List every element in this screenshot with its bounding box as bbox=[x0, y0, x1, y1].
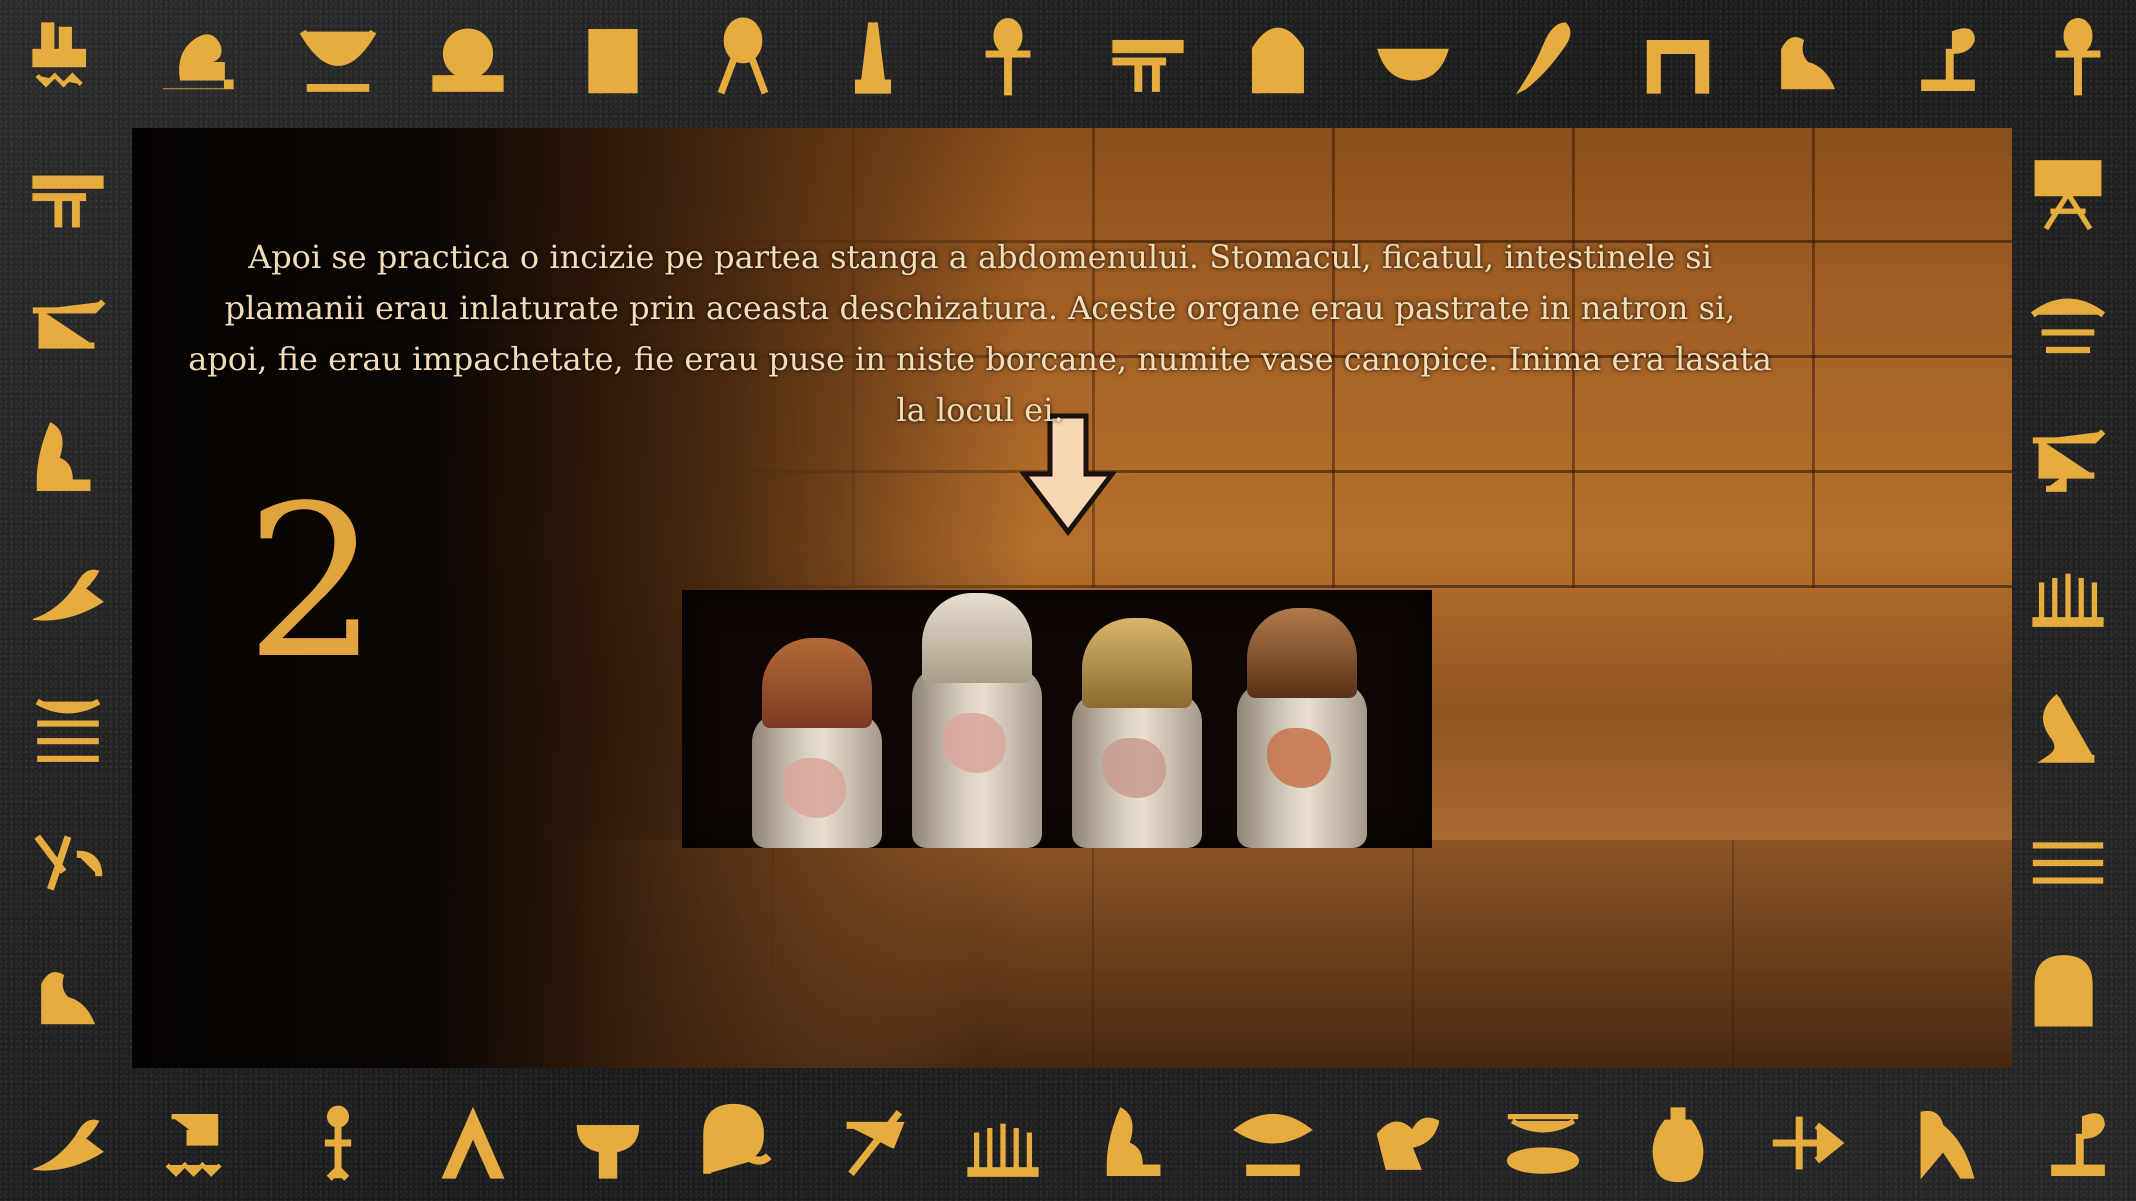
bird-icon bbox=[20, 1095, 116, 1191]
hieroglyph-icon bbox=[1900, 10, 1996, 106]
hieroglyph-icon bbox=[2030, 1095, 2126, 1191]
hieroglyph-icon bbox=[2020, 680, 2116, 776]
hieroglyph-icon bbox=[825, 1095, 921, 1191]
hieroglyph-icon bbox=[955, 1095, 1051, 1191]
hieroglyph-icon bbox=[1630, 10, 1726, 106]
stone-floor bbox=[132, 840, 2012, 1068]
hieroglyph-icon bbox=[20, 10, 116, 106]
hieroglyph-icon bbox=[1760, 10, 1856, 106]
hieroglyph-icon bbox=[1090, 1095, 1186, 1191]
hieroglyph-icon bbox=[825, 10, 921, 106]
ankh-icon bbox=[960, 10, 1056, 106]
hieroglyph-icon bbox=[290, 10, 386, 106]
hieroglyph-icon bbox=[2020, 410, 2116, 506]
hieroglyph-icon bbox=[150, 10, 246, 106]
hieroglyph-icon bbox=[1360, 1095, 1456, 1191]
hieroglyph-icon bbox=[2020, 280, 2116, 376]
hieroglyph-icon bbox=[1365, 10, 1461, 106]
hieroglyph-icon bbox=[20, 150, 116, 246]
slide-caption: Apoi se practica o incizie pe partea sta… bbox=[188, 238, 1772, 429]
step-number: 2 bbox=[245, 460, 379, 705]
hieroglyph-icon bbox=[2020, 945, 2116, 1041]
bird-icon bbox=[20, 545, 116, 641]
hieroglyph-icon bbox=[150, 1095, 246, 1191]
hieroglyph-icon bbox=[20, 815, 116, 911]
hieroglyph-icon bbox=[1760, 1095, 1856, 1191]
canopic-jar bbox=[912, 593, 1042, 848]
vase-icon bbox=[1630, 1095, 1726, 1191]
canopic-jar bbox=[1072, 618, 1202, 848]
canopic-jar bbox=[1237, 608, 1367, 848]
hieroglyph-icon bbox=[290, 1095, 386, 1191]
hieroglyph-icon bbox=[2020, 150, 2116, 246]
hieroglyph-icon bbox=[420, 10, 516, 106]
hieroglyph-icon bbox=[560, 1095, 656, 1191]
hieroglyph-icon bbox=[565, 10, 661, 106]
hieroglyph-icon bbox=[1100, 10, 1196, 106]
bird-icon bbox=[1500, 10, 1596, 106]
hieroglyph-icon bbox=[20, 280, 116, 376]
hieroglyph-icon bbox=[20, 680, 116, 776]
hieroglyph-icon bbox=[2020, 545, 2116, 641]
hieroglyph-icon bbox=[20, 410, 116, 506]
eye-icon bbox=[1225, 1095, 1321, 1191]
hieroglyph-icon bbox=[20, 945, 116, 1041]
bird-icon bbox=[1895, 1095, 1991, 1191]
hieroglyph-icon bbox=[1230, 10, 1326, 106]
hieroglyph-icon bbox=[1495, 1095, 1591, 1191]
wall-niche bbox=[682, 590, 1432, 848]
ankh-icon bbox=[2030, 10, 2126, 106]
canopic-jar bbox=[752, 638, 882, 848]
hieroglyph-icon bbox=[695, 10, 791, 106]
hieroglyph-icon bbox=[690, 1095, 786, 1191]
hieroglyph-icon bbox=[2020, 815, 2116, 911]
hieroglyph-icon bbox=[425, 1095, 521, 1191]
